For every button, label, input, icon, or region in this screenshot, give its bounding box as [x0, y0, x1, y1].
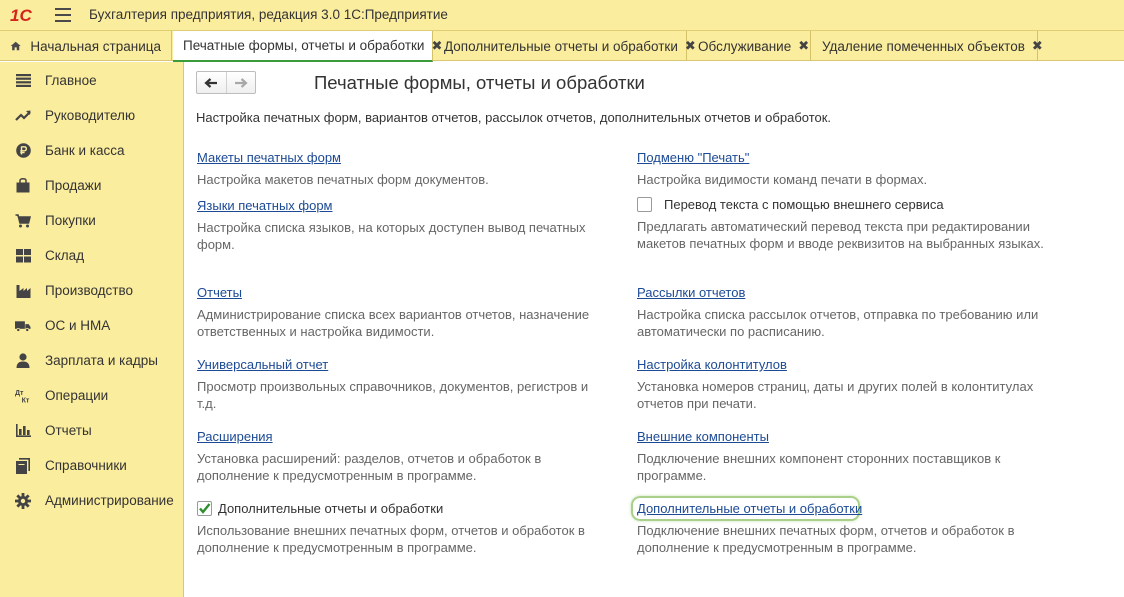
tabs-bar: Начальная страница Печатные формы, отчет… [0, 31, 1124, 62]
checkbox-label: Дополнительные отчеты и обработки [218, 501, 444, 516]
person-icon [15, 353, 31, 369]
link-print-form-layouts[interactable]: Макеты печатных форм [197, 150, 607, 165]
bar-chart-icon [15, 423, 31, 439]
link-description: Настройка макетов печатных форм документ… [197, 172, 489, 187]
sidebar-item-label: Продажи [45, 178, 102, 193]
sidebar-item-reports[interactable]: Отчеты [0, 413, 183, 448]
sidebar-item-salary[interactable]: Зарплата и кадры [0, 343, 183, 378]
link-description: Настройка списка рассылок отчетов, отпра… [637, 307, 1039, 339]
link-description: Подключение внешних компонент сторонних … [637, 451, 1001, 483]
tab-print-forms[interactable]: Печатные формы, отчеты и обработки ✖ [173, 31, 442, 62]
tab-maintenance[interactable]: Обслуживание ✖ [688, 31, 811, 61]
sidebar-item-label: Производство [45, 283, 134, 298]
forward-button[interactable] [225, 72, 255, 93]
sidebar-item-bank[interactable]: Банк и касса [0, 133, 183, 168]
link-description: Настройка видимости команд печати в форм… [637, 172, 928, 187]
tab-label: Дополнительные отчеты и обработки [444, 38, 678, 54]
sidebar-item-label: Банк и касса [45, 143, 125, 158]
tab-additional-reports[interactable]: Дополнительные отчеты и обработки ✖ [434, 31, 696, 61]
logo-text: 1С [10, 6, 32, 24]
checkbox-description: Использование внешних печатных форм, отч… [197, 523, 585, 555]
truck-icon [15, 318, 31, 334]
additional-reports-checkbox[interactable] [197, 501, 212, 516]
app-title: Бухгалтерия предприятия, редакция 3.0 1С… [89, 7, 448, 22]
sidebar-item-production[interactable]: Производство [0, 273, 183, 308]
sidebar-item-label: Покупки [45, 213, 96, 228]
sidebar-item-operations[interactable]: Дт Кт Операции [0, 378, 183, 413]
link-universal-report[interactable]: Универсальный отчет [197, 357, 607, 372]
main-menu-icon[interactable] [55, 8, 71, 22]
page-description: Настройка печатных форм, вариантов отчет… [196, 110, 832, 125]
navigation-buttons [196, 71, 256, 94]
link-description: Настройка списка языков, на которых дост… [197, 220, 586, 252]
credit-text: Кт [22, 397, 30, 403]
title-bar: 1С Бухгалтерия предприятия, редакция 3.0… [0, 0, 1124, 31]
tab-home[interactable]: Начальная страница [0, 31, 172, 61]
close-icon[interactable]: ✖ [1032, 38, 1043, 54]
sidebar-item-label: Склад [45, 248, 85, 263]
checkbox-description: Предлагать автоматический перевод текста… [637, 219, 1044, 251]
checkbox-label: Перевод текста с помощью внешнего сервис… [664, 197, 944, 212]
trend-up-icon [15, 108, 31, 124]
debit-text: Дт [15, 390, 24, 397]
main-content: Печатные формы, отчеты и обработки Настр… [185, 62, 1124, 597]
link-print-form-languages[interactable]: Языки печатных форм [197, 198, 607, 213]
books-icon [15, 457, 31, 474]
close-icon[interactable]: ✖ [798, 38, 809, 54]
page-title: Печатные формы, отчеты и обработки [314, 72, 645, 93]
warehouse-grid-icon [15, 248, 31, 264]
sidebar-item-label: Операции [45, 388, 109, 403]
tab-label: Начальная страница [30, 38, 161, 54]
sidebar-item-label: Справочники [45, 458, 127, 473]
sidebar-item-main[interactable]: Главное [0, 63, 183, 98]
link-external-components[interactable]: Внешние компоненты [637, 429, 1057, 444]
link-description: Подключение внешних печатных форм, отчет… [637, 523, 1015, 555]
cart-icon [15, 213, 31, 229]
gear-icon [15, 492, 31, 509]
link-report-mailings[interactable]: Рассылки отчетов [637, 285, 1057, 300]
tab-delete-marked[interactable]: Удаление помеченных объектов ✖ [812, 31, 1043, 61]
sidebar-item-label: Зарплата и кадры [45, 353, 158, 368]
sidebar-item-purchases[interactable]: Покупки [0, 203, 183, 238]
link-print-submenu[interactable]: Подменю "Печать" [637, 150, 1057, 165]
link-description: Просмотр произвольных справочников, доку… [197, 379, 589, 411]
tab-label: Печатные формы, отчеты и обработки [183, 38, 425, 53]
link-description: Администрирование списка всех вариантов … [197, 307, 590, 339]
sidebar-item-label: Отчеты [45, 423, 92, 438]
arrow-left-icon [204, 77, 218, 88]
tab-label: Удаление помеченных объектов [822, 38, 1025, 54]
link-description: Установка номеров страниц, даты и других… [637, 379, 1034, 411]
shopping-bag-icon [15, 178, 31, 194]
list-icon [15, 73, 31, 89]
link-extensions[interactable]: Расширения [197, 429, 607, 444]
sidebar-item-manager[interactable]: Руководителю [0, 98, 183, 133]
sidebar-item-sales[interactable]: Продажи [0, 168, 183, 203]
sidebar: Главное Руководителю Банк и касса Продаж… [0, 62, 184, 597]
tab-label: Обслуживание [698, 38, 792, 54]
translation-checkbox[interactable] [637, 197, 652, 212]
link-header-footer-settings[interactable]: Настройка колонтитулов [637, 357, 1057, 372]
1c-logo: 1С [10, 6, 46, 24]
sidebar-item-warehouse[interactable]: Склад [0, 238, 183, 273]
sidebar-item-label: Администрирование [45, 493, 174, 508]
checkmark-icon [199, 503, 211, 514]
link-description: Установка расширений: разделов, отчетов … [197, 451, 542, 483]
sidebar-item-label: Главное [45, 73, 97, 88]
sidebar-item-directories[interactable]: Справочники [0, 448, 183, 483]
sidebar-item-fixed-assets[interactable]: ОС и НМА [0, 308, 183, 343]
link-additional-reports[interactable]: Дополнительные отчеты и обработки [637, 501, 1057, 516]
arrow-right-icon [234, 77, 248, 88]
factory-icon [15, 283, 31, 299]
home-icon [10, 41, 21, 51]
sidebar-item-label: ОС и НМА [45, 318, 111, 333]
sidebar-item-administration[interactable]: Администрирование [0, 483, 183, 518]
ruble-coin-icon [15, 143, 31, 159]
sidebar-item-label: Руководителю [45, 108, 136, 123]
debit-credit-icon: Дт Кт [15, 388, 31, 404]
back-button[interactable] [197, 72, 226, 93]
link-reports[interactable]: Отчеты [197, 285, 607, 300]
